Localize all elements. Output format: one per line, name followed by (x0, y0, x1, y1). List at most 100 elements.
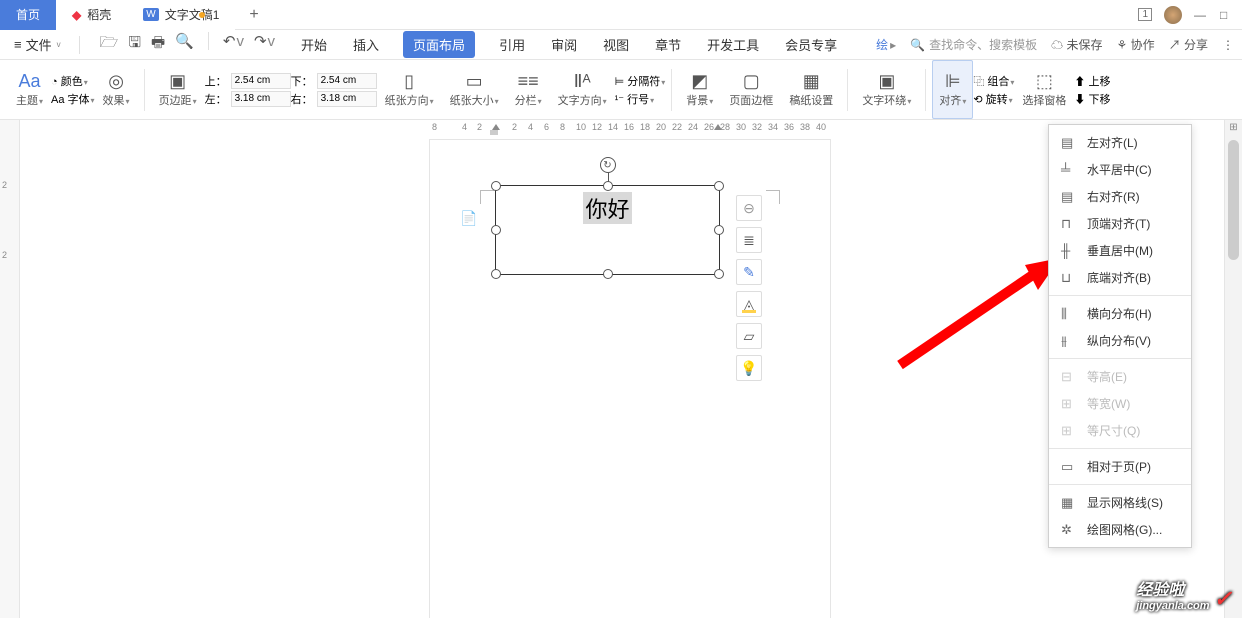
bg-group[interactable]: ◩ 背景▾ (678, 60, 721, 119)
rotate-btn[interactable]: ⟲ 旋转▾ (973, 91, 1014, 107)
tab-home[interactable]: 首页 (0, 0, 56, 30)
ribbon: Aa 主题▾ ◔ 颜色▾ Aa 字体▾ ◎ 效果▾ ▣ 页边距▾ 上： 左： 下… (0, 60, 1242, 120)
align-center-v[interactable]: ╫垂直居中(M) (1049, 237, 1191, 264)
file-label: 文件 (26, 35, 52, 54)
margin-group[interactable]: ▣ 页边距▾ (151, 60, 205, 119)
textdir-group[interactable]: Ⅱᴬ 文字方向▾ (550, 60, 615, 119)
text-box-shape[interactable]: ↻ 你好 (495, 185, 720, 275)
more-icon[interactable]: ⋮ (1222, 38, 1234, 52)
margin-corner-icon (480, 190, 494, 204)
unsaved-button[interactable]: ☁ 未保存 (1051, 36, 1102, 53)
wrap-group[interactable]: ▣ 文字环绕▾ (854, 60, 919, 119)
tab-view[interactable]: 视图 (601, 31, 631, 58)
layout-button[interactable]: ≣ (736, 227, 762, 253)
tab-document[interactable]: W 文字文稿1 (127, 0, 235, 30)
add-tab-button[interactable]: + (235, 6, 272, 24)
shape-text[interactable]: 你好 (583, 192, 631, 224)
orient-group[interactable]: ▯ 纸张方向▾ (377, 60, 442, 119)
collab-button[interactable]: ⚘ 协作 (1117, 36, 1155, 53)
bottom-input[interactable] (317, 73, 377, 89)
search-box[interactable]: 🔍 查找命令、搜索模板 (910, 36, 1037, 53)
theme-group[interactable]: Aa 主题▾ (8, 60, 51, 119)
fill-button[interactable]: ◬ (736, 291, 762, 317)
group-btn[interactable]: ⿻ 组合▾ (973, 73, 1014, 89)
tab-member[interactable]: 会员专享 (783, 31, 839, 58)
avatar[interactable] (1164, 6, 1182, 24)
font-btn[interactable]: Aa 字体▾ (51, 91, 95, 107)
collab-icon: ⚘ (1117, 38, 1128, 52)
open-icon[interactable]: 🗁 (100, 32, 119, 57)
scroll-thumb[interactable] (1228, 140, 1239, 260)
tab-reference[interactable]: 引用 (497, 31, 527, 58)
columns-group[interactable]: ≡≡ 分栏▾ (507, 60, 550, 119)
paragraph-icon[interactable]: 📄 (460, 210, 477, 227)
align-left[interactable]: ▤左对齐(L) (1049, 129, 1191, 156)
preview-icon[interactable]: 🔍 (175, 32, 194, 57)
margin-icon: ▣ (169, 71, 186, 92)
vertical-scrollbar[interactable]: ⊞ (1224, 120, 1242, 618)
manuscript-group[interactable]: ▦ 稿纸设置 (781, 60, 841, 119)
share-button[interactable]: ↗ 分享 (1169, 36, 1208, 53)
align-dropdown: ▤左对齐(L) ╧水平居中(C) ▤右对齐(R) ⊓顶端对齐(T) ╫垂直居中(… (1048, 124, 1192, 548)
tab-review[interactable]: 审阅 (549, 31, 579, 58)
resize-handle[interactable] (491, 269, 501, 279)
group-rotate: ⿻ 组合▾ ⟲ 旋转▾ (973, 73, 1014, 107)
resize-handle[interactable] (491, 181, 501, 191)
save-icon[interactable]: 🖫 (128, 32, 141, 57)
maximize-button[interactable]: □ (1220, 8, 1234, 22)
left-input[interactable] (231, 91, 291, 107)
file-menu[interactable]: ≡ 文件 v (8, 35, 67, 54)
idea-button[interactable]: 💡 (736, 355, 762, 381)
distribute-v[interactable]: ⫵纵向分布(V) (1049, 327, 1191, 354)
resize-handle[interactable] (714, 269, 724, 279)
tab-start[interactable]: 开始 (299, 31, 329, 58)
tab-section[interactable]: 章节 (653, 31, 683, 58)
align-icon: ⊫ (945, 71, 961, 92)
resize-handle[interactable] (714, 181, 724, 191)
resize-handle[interactable] (491, 225, 501, 235)
size-group[interactable]: ▭ 纸张大小▾ (442, 60, 507, 119)
resize-handle[interactable] (603, 181, 613, 191)
print-icon[interactable]: 🖶 (151, 32, 165, 57)
selpane-group[interactable]: ⬚ 选择窗格 (1014, 60, 1074, 119)
align-center-h-icon: ╧ (1061, 162, 1077, 177)
docer-icon: ◆ (72, 8, 81, 22)
tab-insert[interactable]: 插入 (351, 31, 381, 58)
effect-group[interactable]: ◎ 效果▾ (95, 60, 138, 119)
resize-handle[interactable] (603, 269, 613, 279)
align-group[interactable]: ⊫ 对齐▾ (932, 60, 973, 119)
tab-doc-label: 文字文稿1 (165, 6, 220, 23)
collapse-button[interactable]: ⊖ (736, 195, 762, 221)
separator-btn[interactable]: ⊨ 分隔符▾ (615, 73, 666, 89)
equal-size: ⊞等尺寸(Q) (1049, 417, 1191, 444)
options-icon[interactable]: ⊞ (1227, 122, 1240, 136)
show-grid[interactable]: ▦显示网格线(S) (1049, 489, 1191, 516)
shape-button[interactable]: ▱ (736, 323, 762, 349)
right-input[interactable] (317, 91, 377, 107)
draw-grid[interactable]: ✲绘图网格(G)... (1049, 516, 1191, 543)
top-input[interactable] (231, 73, 291, 89)
relative-page[interactable]: ▭相对于页(P) (1049, 453, 1191, 480)
tab-pagelayout[interactable]: 页面布局 (403, 31, 475, 58)
tab-docer[interactable]: ◆ 稻壳 (56, 0, 127, 30)
lineno-btn[interactable]: ¹⁻ 行号▾ (615, 91, 666, 107)
color-btn[interactable]: ◔ 颜色▾ (51, 73, 95, 89)
minimize-button[interactable]: — (1194, 8, 1208, 22)
undo-icon[interactable]: ↶v (223, 32, 244, 57)
align-right[interactable]: ▤右对齐(R) (1049, 183, 1191, 210)
window-count[interactable]: 1 (1138, 8, 1152, 21)
align-top[interactable]: ⊓顶端对齐(T) (1049, 210, 1191, 237)
draw-indicator[interactable]: 绘▸ (876, 36, 896, 53)
edit-button[interactable]: ✎ (736, 259, 762, 285)
redo-icon[interactable]: ↷v (254, 32, 275, 57)
up-btn[interactable]: ⬆ 上移 (1074, 73, 1110, 89)
align-center-h[interactable]: ╧水平居中(C) (1049, 156, 1191, 183)
resize-handle[interactable] (714, 225, 724, 235)
textdir-icon: Ⅱᴬ (574, 71, 591, 92)
tab-dev[interactable]: 开发工具 (705, 31, 761, 58)
border-group[interactable]: ▢ 页面边框 (721, 60, 781, 119)
rotate-handle[interactable]: ↻ (600, 157, 616, 173)
align-bottom[interactable]: ⊔底端对齐(B) (1049, 264, 1191, 291)
down-btn[interactable]: ⬇ 下移 (1074, 91, 1110, 107)
distribute-h[interactable]: ⫼横向分布(H) (1049, 300, 1191, 327)
